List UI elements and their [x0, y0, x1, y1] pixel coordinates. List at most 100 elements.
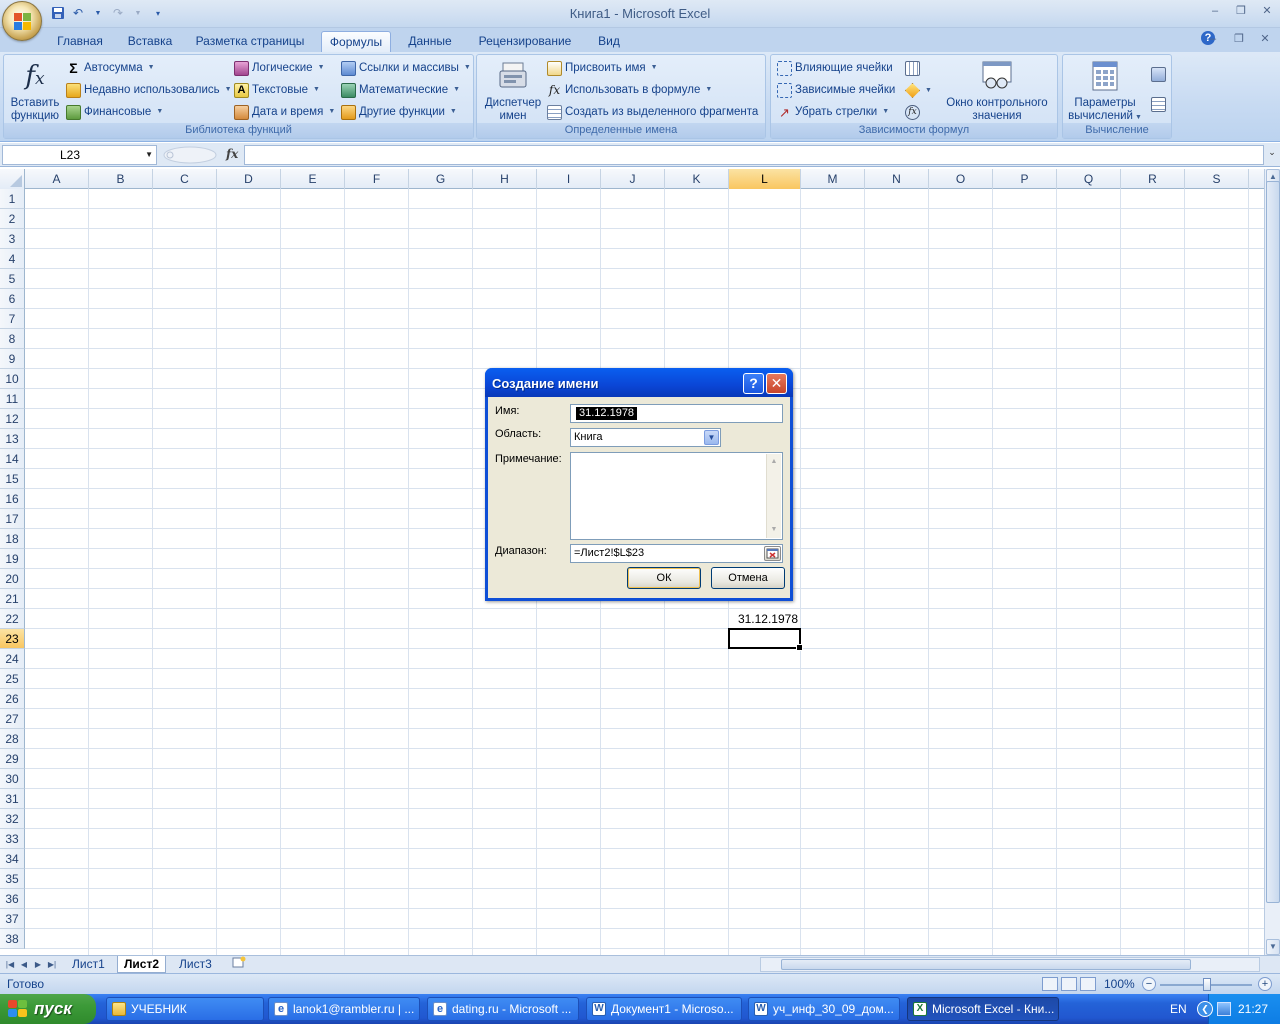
taskbar-item-excel[interactable]: X Microsoft Excel - Кни...	[907, 997, 1059, 1021]
row-header-10[interactable]: 10	[0, 369, 25, 389]
tab-view[interactable]: Вид	[590, 31, 628, 52]
row-header-20[interactable]: 20	[0, 569, 25, 589]
expand-formula-bar-icon[interactable]: ⌄	[1266, 147, 1278, 163]
column-header-n[interactable]: N	[865, 169, 929, 189]
formula-input[interactable]	[244, 145, 1264, 165]
column-header-s[interactable]: S	[1185, 169, 1249, 189]
row-header-5[interactable]: 5	[0, 269, 25, 289]
next-sheet-icon[interactable]: ▶	[32, 958, 44, 971]
row-header-34[interactable]: 34	[0, 849, 25, 869]
insert-sheet-icon[interactable]	[226, 956, 252, 973]
dialog-title-bar[interactable]: Создание имени ? ✕	[485, 368, 793, 397]
start-button[interactable]: пуск	[0, 994, 96, 1024]
lookup-button[interactable]: Ссылки и массивы ▼	[341, 58, 471, 78]
calculation-options-button[interactable]: Параметры вычислений ▼	[1065, 59, 1145, 124]
row-header-23[interactable]: 23	[0, 629, 25, 649]
column-header-g[interactable]: G	[409, 169, 473, 189]
math-button[interactable]: Математические ▼	[341, 80, 460, 100]
use-in-formula-button[interactable]: fx Использовать в формуле ▼	[547, 80, 712, 100]
row-header-27[interactable]: 27	[0, 709, 25, 729]
column-header-h[interactable]: H	[473, 169, 537, 189]
cell-l22[interactable]: 31.12.1978	[729, 609, 798, 629]
evaluate-formula-icon[interactable]: fx	[905, 105, 920, 120]
row-header-13[interactable]: 13	[0, 429, 25, 449]
zoom-in-icon[interactable]: +	[1258, 977, 1272, 991]
column-header-j[interactable]: J	[601, 169, 665, 189]
row-header-9[interactable]: 9	[0, 349, 25, 369]
zoom-slider-thumb[interactable]	[1203, 978, 1211, 991]
restore-icon[interactable]: ❐	[1234, 4, 1248, 18]
row-header-32[interactable]: 32	[0, 809, 25, 829]
minimize-icon[interactable]: –	[1208, 4, 1222, 18]
column-header-p[interactable]: P	[993, 169, 1057, 189]
column-header-o[interactable]: O	[929, 169, 993, 189]
column-header-f[interactable]: F	[345, 169, 409, 189]
scroll-down-icon[interactable]: ▼	[768, 523, 780, 537]
office-button[interactable]	[2, 1, 42, 41]
taskbar-item-document1[interactable]: W Документ1 - Microso...	[586, 997, 742, 1021]
trace-dependents-button[interactable]: Зависимые ячейки	[777, 80, 895, 100]
tab-home[interactable]: Главная	[50, 31, 110, 52]
insert-function-button[interactable]: fx Вставить функцию	[7, 59, 63, 123]
scroll-down-icon[interactable]: ▼	[1266, 939, 1280, 955]
zoom-level[interactable]: 100%	[1104, 977, 1135, 991]
scope-select[interactable]: Книга ▼	[570, 428, 721, 447]
row-header-37[interactable]: 37	[0, 909, 25, 929]
column-header-m[interactable]: M	[801, 169, 865, 189]
column-header-r[interactable]: R	[1121, 169, 1185, 189]
scroll-up-icon[interactable]: ▲	[768, 455, 780, 469]
calculate-now-icon[interactable]	[1151, 67, 1166, 82]
more-functions-button[interactable]: Другие функции ▼	[341, 102, 457, 122]
name-box[interactable]: L23 ▼	[2, 145, 157, 165]
taskbar-item-uch-inf[interactable]: W уч_инф_30_09_дом...	[748, 997, 900, 1021]
row-header-21[interactable]: 21	[0, 589, 25, 609]
comment-textarea[interactable]: ▲ ▼	[570, 452, 783, 540]
row-header-17[interactable]: 17	[0, 509, 25, 529]
page-layout-view-icon[interactable]	[1061, 977, 1077, 991]
language-indicator[interactable]: EN	[1170, 1002, 1187, 1016]
ok-button[interactable]: ОК	[627, 567, 701, 589]
sheet-tab-2[interactable]: Лист2	[117, 956, 167, 973]
watch-window-button[interactable]: Окно контрольного значения	[939, 59, 1055, 123]
text-button[interactable]: A Текстовые ▼	[234, 80, 320, 100]
define-name-button[interactable]: Присвоить имя ▼	[547, 58, 658, 78]
first-sheet-icon[interactable]: |◀	[4, 958, 16, 971]
vertical-scroll-thumb[interactable]	[1266, 181, 1280, 903]
row-header-1[interactable]: 1	[0, 189, 25, 209]
range-input[interactable]: =Лист2!$L$23	[570, 544, 783, 563]
row-header-24[interactable]: 24	[0, 649, 25, 669]
row-header-8[interactable]: 8	[0, 329, 25, 349]
insert-function-icon[interactable]: fx	[226, 147, 238, 161]
column-header-i[interactable]: I	[537, 169, 601, 189]
column-header-c[interactable]: C	[153, 169, 217, 189]
row-header-16[interactable]: 16	[0, 489, 25, 509]
name-manager-button[interactable]: Диспетчер имен	[480, 59, 546, 123]
financial-button[interactable]: Финансовые ▼	[66, 102, 163, 122]
row-header-4[interactable]: 4	[0, 249, 25, 269]
date-time-button[interactable]: Дата и время ▼	[234, 102, 335, 122]
active-cell-l23[interactable]	[728, 628, 803, 651]
row-header-26[interactable]: 26	[0, 689, 25, 709]
last-sheet-icon[interactable]: ▶|	[46, 958, 58, 971]
workbook-close-icon[interactable]: ✕	[1258, 32, 1272, 46]
vertical-scrollbar[interactable]: ▲ ▼	[1264, 169, 1280, 955]
name-input[interactable]: 31.12.1978	[570, 404, 783, 423]
column-header-q[interactable]: Q	[1057, 169, 1121, 189]
close-icon[interactable]: ✕	[1260, 4, 1274, 18]
row-header-25[interactable]: 25	[0, 669, 25, 689]
workbook-minimize-icon[interactable]: –	[1206, 32, 1220, 46]
comment-scrollbar[interactable]: ▲ ▼	[766, 454, 781, 538]
chevron-down-icon[interactable]: ▼	[145, 146, 153, 164]
horizontal-scroll-thumb[interactable]	[781, 959, 1191, 970]
tab-data[interactable]: Данные	[400, 31, 460, 52]
taskbar-item-mail[interactable]: e lanok1@rambler.ru | ...	[268, 997, 420, 1021]
taskbar-item-folder[interactable]: УЧЕБНИК	[106, 997, 264, 1021]
row-header-31[interactable]: 31	[0, 789, 25, 809]
chevron-down-icon[interactable]: ▼	[704, 430, 719, 445]
tab-page-layout[interactable]: Разметка страницы	[190, 31, 310, 52]
row-header-35[interactable]: 35	[0, 869, 25, 889]
row-header-15[interactable]: 15	[0, 469, 25, 489]
row-header-6[interactable]: 6	[0, 289, 25, 309]
column-header-b[interactable]: B	[89, 169, 153, 189]
row-header-38[interactable]: 38	[0, 929, 25, 949]
